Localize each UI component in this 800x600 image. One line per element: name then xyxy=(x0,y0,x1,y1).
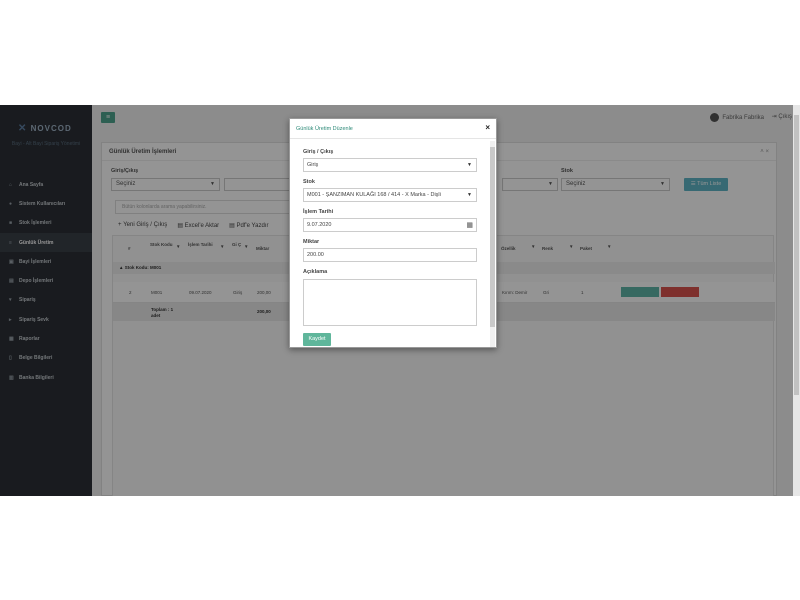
scrollbar-thumb[interactable] xyxy=(794,115,799,395)
islem-tarihi-input[interactable]: 9.07.2020 ▦ xyxy=(303,218,477,232)
edit-modal: Günlük Üretim Düzenle × Giriş / Çıkış Gi… xyxy=(289,118,497,348)
input-value: 9.07.2020 xyxy=(307,222,332,228)
giris-cikis-label: Giriş / Çıkış xyxy=(303,149,334,155)
chevron-down-icon: ▼ xyxy=(467,192,472,198)
aciklama-textarea[interactable] xyxy=(303,279,477,326)
modal-scrollbar[interactable] xyxy=(490,141,495,347)
close-icon[interactable]: × xyxy=(485,123,490,132)
modal-title: Günlük Üretim Düzenle xyxy=(296,126,353,132)
stok-select[interactable]: M001 - ŞANZIMAN KULAĞI 168 / 414 - X Mar… xyxy=(303,188,477,202)
miktar-input[interactable]: 200.00 xyxy=(303,248,477,262)
save-button[interactable]: Kaydet xyxy=(303,333,331,346)
input-value: 200.00 xyxy=(307,252,324,258)
scrollbar-thumb[interactable] xyxy=(490,147,495,327)
miktar-label: Miktar xyxy=(303,239,320,245)
islem-tarihi-label: İşlem Tarihi xyxy=(303,209,334,215)
modal-header: Günlük Üretim Düzenle × xyxy=(290,119,496,139)
select-value: Giriş xyxy=(307,162,319,168)
giris-cikis-select[interactable]: Giriş ▼ xyxy=(303,158,477,172)
stok-label: Stok xyxy=(303,179,315,185)
chevron-down-icon: ▼ xyxy=(467,162,472,168)
select-value: M001 - ŞANZIMAN KULAĞI 168 / 414 - X Mar… xyxy=(307,192,441,198)
calendar-icon[interactable]: ▦ xyxy=(466,220,473,232)
page-scrollbar[interactable] xyxy=(793,105,800,496)
aciklama-label: Açıklama xyxy=(303,269,328,275)
